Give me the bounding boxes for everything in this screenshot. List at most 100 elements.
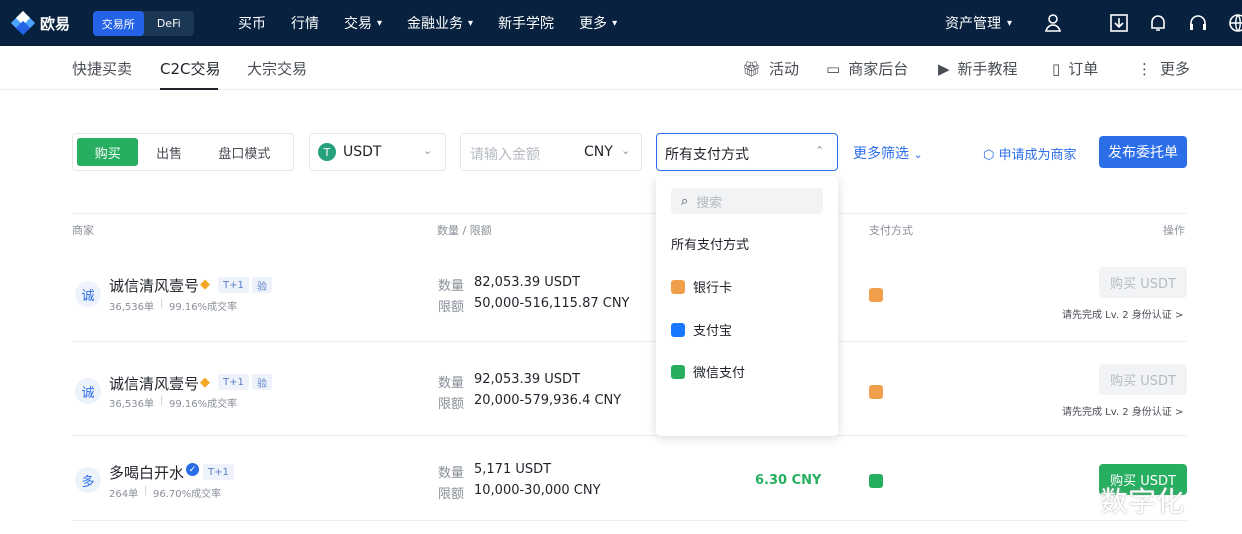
- merchant-name[interactable]: 诚信清风壹号: [109, 275, 199, 296]
- activity-link[interactable]: 🎁︎ 活动: [742, 58, 799, 79]
- payment-option-wechat[interactable]: 微信支付: [671, 362, 745, 381]
- nav-markets[interactable]: 行情: [291, 13, 319, 33]
- orders-label: 订单: [1068, 60, 1099, 78]
- merchant-name[interactable]: 多喝白开水: [109, 462, 184, 483]
- completion-rate: 99.16%成交率: [169, 399, 238, 410]
- chevron-down-icon: ▾: [377, 17, 383, 29]
- table-divider: [72, 213, 1187, 214]
- more-link[interactable]: ⋮ 更多: [1137, 58, 1190, 79]
- avatar[interactable]: 多: [75, 467, 101, 493]
- chevron-down-icon: ⌄: [913, 148, 923, 161]
- amount-placeholder: 请输入金额: [470, 147, 540, 163]
- settlement-badge: T+1: [203, 464, 234, 480]
- coin-value: USDT: [343, 144, 382, 160]
- more-filters-button[interactable]: 更多筛选 ⌄: [853, 143, 923, 163]
- buy-usdt-button[interactable]: 购买 USDT: [1099, 267, 1187, 298]
- column-merchant: 商家: [72, 224, 94, 237]
- nav-trade[interactable]: 交易 ▾: [344, 13, 382, 33]
- payment-method-value: 所有支付方式: [665, 147, 749, 163]
- payment-option-label: 支付宝: [693, 324, 733, 339]
- tutorial-link[interactable]: ▶ 新手教程: [938, 58, 1018, 79]
- quantity-value: 5,171 USDT: [474, 462, 552, 477]
- usdt-icon: T: [318, 143, 336, 161]
- mode-switch: 交易所 DeFi: [93, 11, 194, 36]
- okx-logo-icon: [10, 10, 36, 36]
- exchange-mode-button[interactable]: 交易所: [93, 11, 144, 36]
- payment-option-bank-card[interactable]: 银行卡: [671, 277, 732, 296]
- payment-method-dropdown: ⌕ 搜索 所有支付方式 银行卡 支付宝 微信支付: [656, 176, 838, 436]
- verified-badge: 验: [252, 374, 272, 390]
- amount-input[interactable]: 请输入金额 CNY ⌄: [460, 133, 642, 171]
- globe-icon[interactable]: [1228, 13, 1242, 33]
- more-label: 更多: [1160, 60, 1191, 78]
- nav-more[interactable]: 更多 ▾: [579, 13, 617, 33]
- table-row: [72, 436, 1187, 521]
- payment-search-input[interactable]: ⌕ 搜索: [671, 188, 823, 214]
- search-icon: ⌕: [681, 193, 689, 209]
- coin-select[interactable]: T USDT ⌄: [309, 133, 446, 171]
- brand-name: 欧易: [40, 14, 71, 33]
- download-icon[interactable]: [1109, 13, 1129, 33]
- tab-c2c[interactable]: C2C交易: [160, 58, 221, 79]
- sub-navigation: 快捷买卖 C2C交易 大宗交易 🎁︎ 活动 ▭ 商家后台 ▶ 新手教程 ▯ 订单 ⋮ 更多: [0, 46, 1242, 90]
- kyc-hint-link[interactable]: 请先完成 Lv. 2 身份认证 >: [1062, 403, 1183, 418]
- payment-option-label: 微信支付: [693, 366, 746, 381]
- meta-divider: |: [144, 485, 148, 496]
- video-icon: ▶: [938, 59, 950, 78]
- nav-academy[interactable]: 新手学院: [498, 13, 554, 33]
- payment-option-all[interactable]: 所有支付方式: [671, 234, 749, 253]
- tutorial-label: 新手教程: [957, 60, 1018, 78]
- buy-usdt-button[interactable]: 购买 USDT: [1099, 364, 1187, 395]
- nav-finance[interactable]: 金融业务 ▾: [407, 13, 473, 33]
- payment-option-label: 所有支付方式: [671, 238, 750, 253]
- diamond-icon: ◆: [200, 277, 210, 292]
- limit-value: 20,000-579,936.4 CNY: [474, 393, 622, 408]
- publish-order-button[interactable]: 发布委托单: [1099, 136, 1187, 168]
- bank-card-icon: [869, 288, 883, 302]
- tab-block-trade[interactable]: 大宗交易: [247, 58, 307, 79]
- orderbook-mode-toggle[interactable]: 盘口模式: [200, 138, 289, 166]
- payment-search-placeholder: 搜索: [696, 195, 723, 211]
- bank-card-icon: [671, 279, 685, 294]
- merchant-console-link[interactable]: ▭ 商家后台: [826, 58, 908, 79]
- column-action: 操作: [1163, 224, 1185, 237]
- defi-mode-button[interactable]: DeFi: [144, 11, 195, 36]
- more-vertical-icon: ⋮: [1137, 59, 1152, 78]
- settlement-badge: T+1: [218, 374, 249, 390]
- limit-label: 限额: [438, 487, 465, 502]
- avatar[interactable]: 诚: [75, 281, 101, 307]
- chevron-up-icon: ⌃: [815, 144, 825, 157]
- chevron-down-icon: ⌄: [621, 144, 631, 157]
- tab-quick-trade[interactable]: 快捷买卖: [72, 58, 132, 79]
- verified-badge: 验: [252, 277, 272, 293]
- payment-option-alipay[interactable]: 支付宝: [671, 320, 732, 339]
- buy-toggle[interactable]: 购买: [77, 138, 139, 166]
- nav-buy-crypto[interactable]: 买币: [238, 13, 266, 33]
- apply-merchant-link[interactable]: ⬡ 申请成为商家: [983, 144, 1077, 163]
- currency-select[interactable]: CNY: [584, 144, 613, 160]
- avatar[interactable]: 诚: [75, 378, 101, 404]
- table-row: [72, 245, 1187, 342]
- payment-method-select[interactable]: 所有支付方式 ⌃: [656, 133, 838, 171]
- order-count: 36,536单: [109, 302, 154, 313]
- bell-icon[interactable]: [1148, 13, 1168, 33]
- user-icon[interactable]: [1043, 13, 1063, 33]
- merchant-name[interactable]: 诚信清风壹号: [109, 373, 199, 394]
- limit-value: 50,000-516,115.87 CNY: [474, 296, 630, 311]
- headset-icon[interactable]: [1188, 13, 1208, 33]
- brand-logo[interactable]: 欧易: [10, 10, 71, 36]
- unit-price: 6.30 CNY: [755, 473, 822, 488]
- quantity-label: 数量: [438, 376, 465, 391]
- column-payment: 支付方式: [869, 224, 913, 237]
- active-tab-underline: [160, 88, 218, 90]
- bank-card-icon: [869, 385, 883, 399]
- alipay-icon: [671, 322, 685, 337]
- top-navigation-bar: 欧易 交易所 DeFi 买币 行情 交易 ▾ 金融业务 ▾ 新手学院 更多 ▾ 资产管…: [0, 0, 1242, 46]
- asset-management-menu[interactable]: 资产管理 ▾: [945, 0, 1012, 46]
- payment-option-label: 银行卡: [693, 281, 733, 296]
- quantity-label: 数量: [438, 466, 465, 481]
- column-amount: 数量 / 限额: [437, 224, 492, 237]
- kyc-hint-link[interactable]: 请先完成 Lv. 2 身份认证 >: [1062, 306, 1183, 321]
- orders-link[interactable]: ▯ 订单: [1052, 58, 1098, 79]
- sell-toggle[interactable]: 出售: [138, 138, 199, 166]
